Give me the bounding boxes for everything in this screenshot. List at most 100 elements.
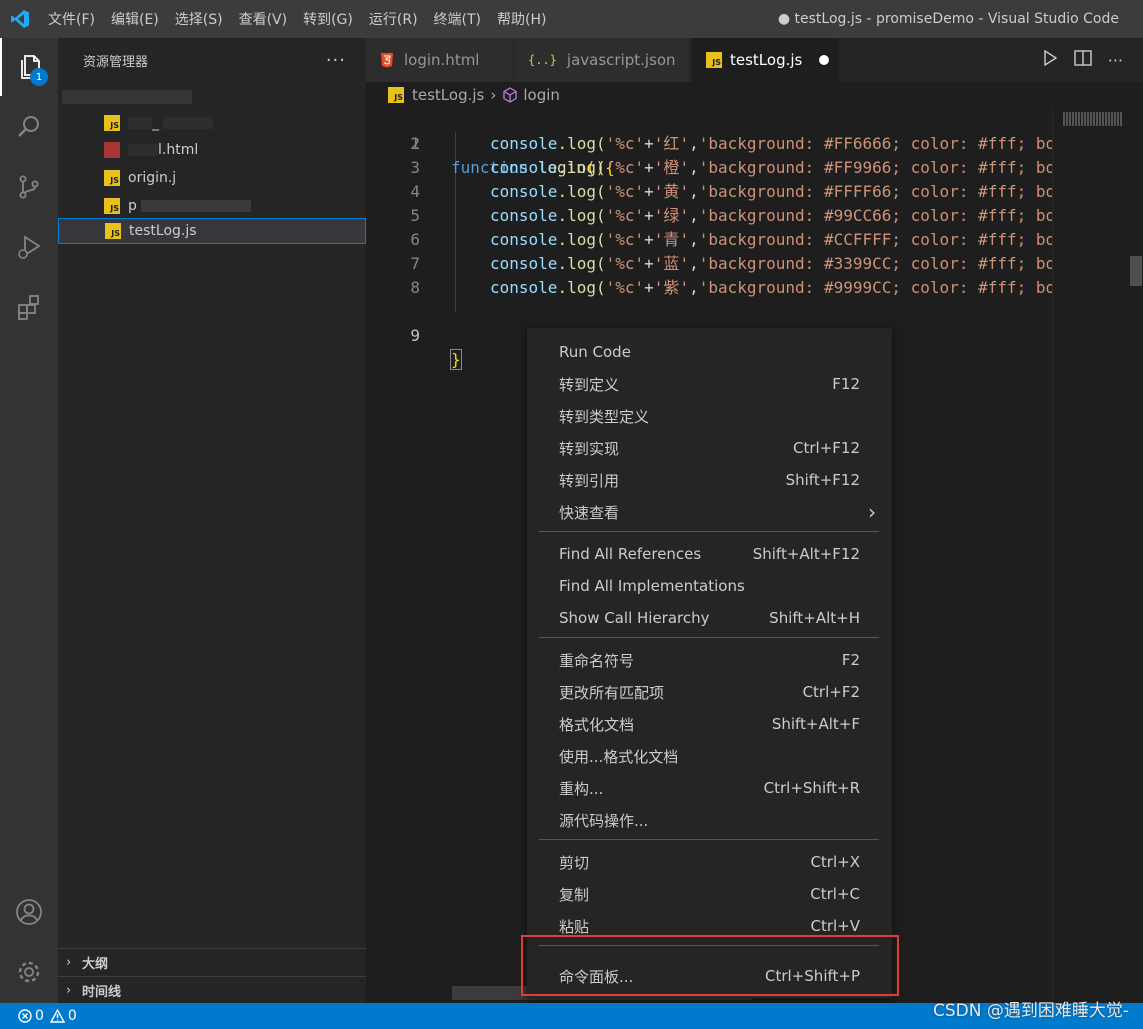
context-menu-item[interactable]: 转到定义 F12	[527, 368, 892, 400]
file-item[interactable]: JS p	[58, 193, 366, 219]
context-menu-item[interactable]: 快速查看 ›	[527, 496, 892, 528]
explorer-sidebar: 资源管理器 ··· JS _ l.html JS origin.j JS p J…	[58, 38, 366, 1003]
breadcrumb: JS testLog.js › login	[366, 82, 1143, 108]
file-item-testlog[interactable]: JS testLog.js	[58, 218, 366, 244]
line-number: 7	[410, 254, 420, 273]
file-item[interactable]: JS _	[58, 110, 366, 136]
menu-item-label: 更改所有匹配项	[559, 683, 665, 702]
vertical-scrollbar[interactable]	[1130, 256, 1142, 286]
menu-go[interactable]: 转到(G)	[295, 0, 361, 38]
context-menu-item[interactable]: 格式化文档 Shift+Alt+F	[527, 708, 892, 740]
tab-testlog-js[interactable]: JS testLog.js	[692, 38, 840, 82]
menu-item-label: 转到定义	[559, 375, 620, 394]
menu-item-label: 复制	[559, 885, 590, 904]
context-menu-item[interactable]: 转到引用 Shift+F12	[527, 464, 892, 496]
search-icon[interactable]	[0, 98, 58, 156]
timeline-section[interactable]: › 时间线	[58, 976, 366, 1004]
menu-run[interactable]: 运行(R)	[361, 0, 426, 38]
settings-gear-icon[interactable]	[0, 943, 58, 1001]
menu-item-shortcut: F2	[841, 651, 860, 669]
timeline-label: 时间线	[82, 985, 122, 1000]
split-editor-icon[interactable]	[1074, 50, 1092, 70]
menu-item-shortcut: Ctrl+C	[810, 885, 860, 903]
color-char-token: 紫	[663, 278, 680, 297]
log-method-token: .log(	[557, 254, 606, 273]
line-number: 3	[410, 158, 420, 177]
menu-file[interactable]: 文件(F)	[40, 0, 103, 38]
menu-bar: 文件(F) 编辑(E) 选择(S) 查看(V) 转到(G) 运行(R) 终端(T…	[40, 0, 554, 38]
minimap[interactable]	[1052, 108, 1143, 1003]
code-line: 2 console.log('%c'+'红','background: #FF66…	[366, 132, 1143, 156]
console-token: console	[490, 278, 558, 297]
context-menu-item[interactable]: 源代码操作...	[527, 804, 892, 836]
files-icon[interactable]: 1	[0, 38, 58, 96]
menu-selection[interactable]: 选择(S)	[167, 0, 231, 38]
folder-root-blurred[interactable]	[58, 88, 258, 104]
context-menu-item[interactable]: Find All Implementations	[527, 570, 892, 602]
file-item[interactable]: l.html	[58, 137, 366, 163]
source-control-icon[interactable]	[0, 158, 58, 216]
color-char-token: 青	[663, 230, 680, 249]
menu-item-label: 转到实现	[559, 439, 620, 458]
run-debug-icon[interactable]	[0, 218, 58, 276]
context-menu-item[interactable]: 转到类型定义	[527, 400, 892, 432]
json-braces-icon: {..}	[528, 53, 557, 67]
color-hex-token: #FF9966	[823, 158, 892, 177]
context-menu-item[interactable]: 转到实现 Ctrl+F12	[527, 432, 892, 464]
extensions-icon[interactable]	[0, 278, 58, 336]
menu-separator	[539, 637, 879, 638]
menu-item-label: 剪切	[559, 853, 590, 872]
breadcrumb-file[interactable]: testLog.js	[412, 86, 484, 104]
menu-edit[interactable]: 编辑(E)	[103, 0, 167, 38]
code-line: 6 console.log('%c'+'青','background: #CCFF…	[366, 228, 1143, 252]
color-char-token: 蓝	[663, 254, 680, 273]
color-char-token: 红	[663, 134, 680, 153]
console-token: console	[490, 134, 558, 153]
menu-terminal[interactable]: 终端(T)	[426, 0, 489, 38]
code-line: 4 console.log('%c'+'黄','background: #FFFF…	[366, 180, 1143, 204]
outline-label: 大纲	[82, 957, 109, 972]
menu-item-shortcut: Shift+Alt+F	[771, 715, 860, 733]
more-actions-icon[interactable]: ···	[326, 50, 346, 71]
unsaved-dot-icon[interactable]	[819, 55, 829, 65]
submenu-chevron-icon: ›	[868, 500, 876, 524]
context-menu-item[interactable]: 剪切 Ctrl+X	[527, 846, 892, 878]
menu-view[interactable]: 查看(V)	[231, 0, 296, 38]
color-hex-token: #FFFF66	[823, 182, 892, 201]
error-icon	[18, 1009, 32, 1023]
context-menu-item[interactable]: Run Code	[527, 336, 892, 368]
annotation-highlight-box	[521, 935, 899, 996]
explorer-title: 资源管理器	[83, 54, 149, 70]
menu-item-label: 使用...格式化文档	[559, 747, 679, 766]
context-menu-item[interactable]: Find All References Shift+Alt+F12	[527, 538, 892, 570]
menu-item-label: Show Call Hierarchy	[559, 609, 710, 627]
context-menu-item[interactable]: 复制 Ctrl+C	[527, 878, 892, 910]
run-icon[interactable]	[1042, 49, 1058, 70]
menu-item-label: 快速查看	[559, 503, 620, 522]
tab-javascript-json[interactable]: {..} javascript.json	[514, 38, 690, 82]
context-menu-item[interactable]: 重构... Ctrl+Shift+R	[527, 772, 892, 804]
account-icon[interactable]	[0, 883, 58, 941]
js-file-icon: JS	[105, 223, 121, 239]
context-menu-item[interactable]: Show Call Hierarchy Shift+Alt+H	[527, 602, 892, 634]
color-char-token: 橙	[663, 158, 680, 177]
menu-item-shortcut: Shift+F12	[785, 471, 860, 489]
menu-help[interactable]: 帮助(H)	[489, 0, 554, 38]
menu-item-label: 粘贴	[559, 917, 590, 936]
tab-login-html[interactable]: login.html	[366, 38, 514, 82]
explorer-header: 资源管理器 ···	[58, 38, 366, 82]
console-token: console	[490, 158, 558, 177]
js-file-icon: JS	[104, 115, 120, 131]
menu-item-label: 格式化文档	[559, 715, 635, 734]
outline-section[interactable]: › 大纲	[58, 948, 366, 976]
color-hex-token: #99CC66	[823, 206, 892, 225]
more-actions-icon[interactable]: ···	[1108, 51, 1123, 70]
breadcrumb-symbol[interactable]: login	[523, 86, 560, 104]
context-menu-item[interactable]: 使用...格式化文档	[527, 740, 892, 772]
context-menu-item[interactable]: 重命名符号 F2	[527, 644, 892, 676]
file-item[interactable]: JS origin.j	[58, 165, 366, 191]
vscode-logo-icon	[0, 0, 40, 38]
context-menu-item[interactable]: 更改所有匹配项 Ctrl+F2	[527, 676, 892, 708]
menu-item-shortcut: Ctrl+Shift+R	[763, 779, 860, 797]
problems-indicator[interactable]: 0 0	[18, 1008, 77, 1024]
